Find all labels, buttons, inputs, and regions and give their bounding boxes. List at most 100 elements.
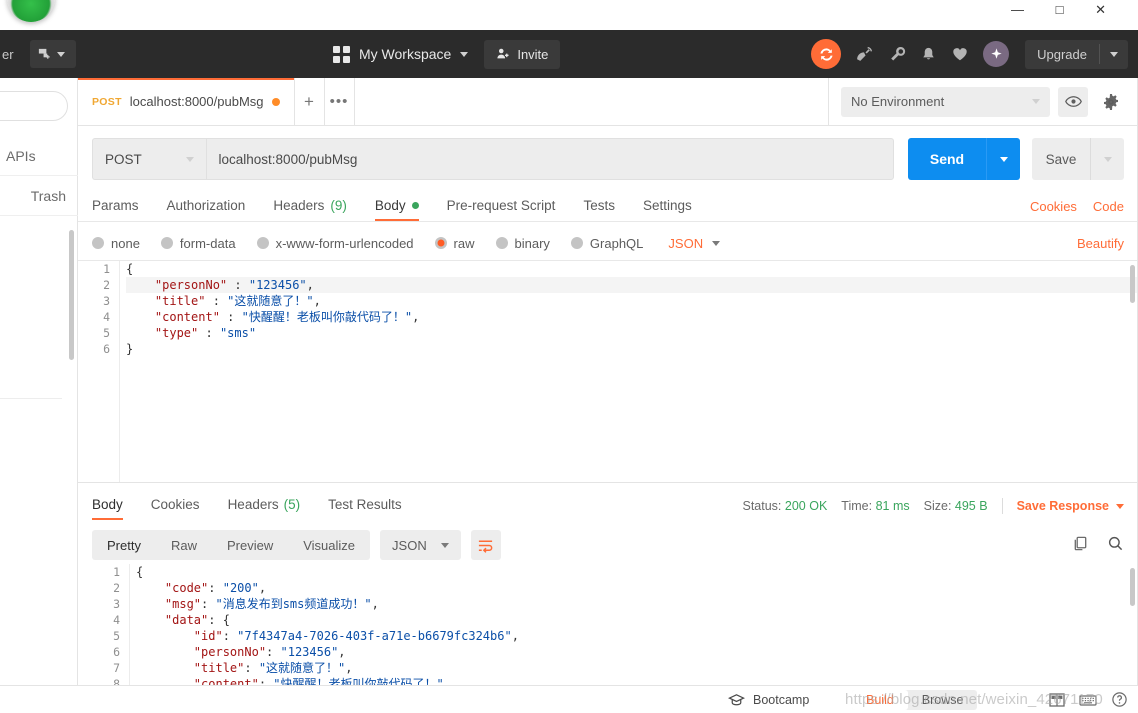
new-button-caret-icon: [57, 51, 65, 57]
tab-tests[interactable]: Tests: [569, 198, 629, 221]
body-type-label: GraphQL: [589, 235, 644, 251]
status-value: 200 OK: [784, 499, 828, 513]
wrench-icon[interactable]: [888, 45, 906, 63]
request-body-editor[interactable]: 1 2 3 4 5 6 { "personNo" : "123456", "title" …: [78, 260, 1138, 482]
top-toolbar: er My Workspace Invite Upgrade: [0, 30, 1138, 78]
body-type-none[interactable]: none: [92, 236, 140, 251]
request-tab-method: POST: [92, 95, 122, 108]
response-tab-cookies[interactable]: Cookies: [137, 497, 214, 520]
size-label: Size:: [923, 499, 952, 513]
response-scrollbar[interactable]: [1130, 568, 1135, 606]
size-value: 495 B: [954, 499, 988, 513]
tab-body[interactable]: Body: [361, 198, 433, 221]
browse-tab[interactable]: Browse: [908, 690, 978, 710]
send-button[interactable]: Send: [908, 138, 986, 180]
body-type-binary[interactable]: binary: [495, 236, 550, 251]
request-editor-code[interactable]: { "personNo" : "123456", "title" : "这就随意…: [120, 261, 1138, 482]
bootcamp-button[interactable]: Bootcamp: [728, 693, 809, 707]
line-number: 3: [113, 597, 120, 611]
upgrade-caret-button[interactable]: [1100, 51, 1128, 57]
request-links: Cookies Code: [1030, 199, 1124, 214]
response-meta: Status: 200 OK Time: 81 ms Size: 495 B S…: [742, 498, 1124, 514]
request-tab[interactable]: POST localhost:8000/pubMsg: [78, 78, 295, 125]
body-type-raw[interactable]: raw: [434, 236, 475, 251]
response-format-visualize[interactable]: Visualize: [288, 530, 370, 560]
response-format-raw[interactable]: Raw: [156, 530, 212, 560]
response-format-tabs: Pretty Raw Preview Visualize: [92, 530, 371, 560]
tab-params[interactable]: Params: [92, 198, 153, 221]
heart-icon[interactable]: [951, 45, 969, 63]
line-number: 1: [103, 262, 110, 276]
code-line: "type" : "sms": [154, 326, 257, 340]
raw-format-value: JSON: [668, 235, 704, 251]
copy-button[interactable]: [1072, 535, 1089, 555]
time-value: 81 ms: [875, 499, 910, 513]
help-button[interactable]: [1111, 691, 1128, 708]
http-method-selector[interactable]: POST: [92, 138, 206, 180]
body-type-label: x-www-form-urlencoded: [275, 235, 414, 251]
sidebar-nav-list: APIs Trash: [0, 136, 78, 216]
response-content-type-selector[interactable]: JSON: [380, 530, 461, 560]
code-line: "personNo" : "123456",: [126, 277, 1138, 293]
unsaved-indicator-icon: [271, 97, 280, 106]
body-type-form-data[interactable]: form-data: [160, 236, 236, 251]
environment-selector[interactable]: No Environment: [841, 86, 1050, 117]
line-number: 7: [113, 661, 120, 675]
url-value: localhost:8000/pubMsg: [218, 151, 358, 167]
two-pane-layout-button[interactable]: [1049, 692, 1065, 708]
new-tab-button[interactable]: +: [295, 78, 325, 125]
search-icon: [1108, 536, 1123, 551]
line-number: 6: [113, 645, 120, 659]
code-link[interactable]: Code: [1093, 199, 1124, 214]
save-options-button[interactable]: [1090, 138, 1124, 180]
sidebar-item-apis[interactable]: APIs: [0, 136, 78, 176]
sidebar-search-pill[interactable]: [0, 91, 68, 121]
send-options-button[interactable]: [986, 138, 1020, 180]
environment-quick-look-button[interactable]: [1058, 86, 1088, 117]
save-response-button[interactable]: Save Response: [1017, 499, 1124, 513]
response-headers-count: (5): [283, 497, 301, 512]
raw-format-selector[interactable]: JSON: [668, 235, 721, 251]
build-tab[interactable]: Build: [852, 689, 908, 710]
line-number: 2: [103, 278, 110, 292]
response-format-preview[interactable]: Preview: [212, 530, 288, 560]
bell-icon[interactable]: [920, 46, 937, 63]
beautify-link[interactable]: Beautify: [1077, 236, 1124, 251]
settings-button[interactable]: [1096, 87, 1126, 117]
sidebar-scrollbar[interactable]: [69, 230, 74, 360]
body-type-urlencoded[interactable]: x-www-form-urlencoded: [256, 235, 414, 251]
search-button[interactable]: [1107, 535, 1124, 555]
sync-icon[interactable]: [811, 39, 842, 69]
keyboard-shortcuts-button[interactable]: [1079, 693, 1097, 707]
satellite-icon[interactable]: [855, 45, 874, 64]
response-tab-body[interactable]: Body: [92, 497, 137, 520]
cookies-link[interactable]: Cookies: [1030, 199, 1077, 214]
new-button[interactable]: [30, 40, 76, 68]
upgrade-button[interactable]: Upgrade: [1025, 40, 1099, 69]
url-input[interactable]: localhost:8000/pubMsg: [205, 138, 894, 180]
workspace-selector[interactable]: My Workspace: [325, 40, 476, 69]
code-line: "data": {: [164, 613, 230, 627]
window-controls[interactable]: — □ ✕: [1011, 2, 1120, 18]
word-wrap-button[interactable]: [470, 530, 501, 560]
status-label: Status:: [742, 499, 782, 513]
radio-selected-icon: [434, 237, 447, 249]
response-tab-test-results[interactable]: Test Results: [314, 497, 416, 520]
response-tab-headers[interactable]: Headers (5): [214, 497, 315, 520]
tab-pre-request-script[interactable]: Pre-request Script: [433, 198, 570, 221]
new-file-icon: [38, 48, 50, 59]
response-format-pretty[interactable]: Pretty: [92, 530, 156, 560]
sidebar-item-trash[interactable]: Trash: [0, 176, 78, 216]
save-button[interactable]: Save: [1032, 138, 1090, 180]
body-type-graphql[interactable]: GraphQL: [570, 235, 644, 251]
tab-authorization[interactable]: Authorization: [153, 198, 260, 221]
tab-settings[interactable]: Settings: [629, 198, 706, 221]
time-group: Time: 81 ms: [841, 499, 909, 513]
sparkle-icon[interactable]: [983, 41, 1010, 67]
invite-button[interactable]: Invite: [484, 39, 561, 69]
runner-label[interactable]: er: [0, 47, 22, 62]
tab-headers[interactable]: Headers (9): [259, 198, 361, 221]
tab-options-button[interactable]: •••: [325, 78, 355, 125]
meta-divider: [1001, 498, 1003, 514]
request-editor-scrollbar[interactable]: [1130, 265, 1135, 303]
